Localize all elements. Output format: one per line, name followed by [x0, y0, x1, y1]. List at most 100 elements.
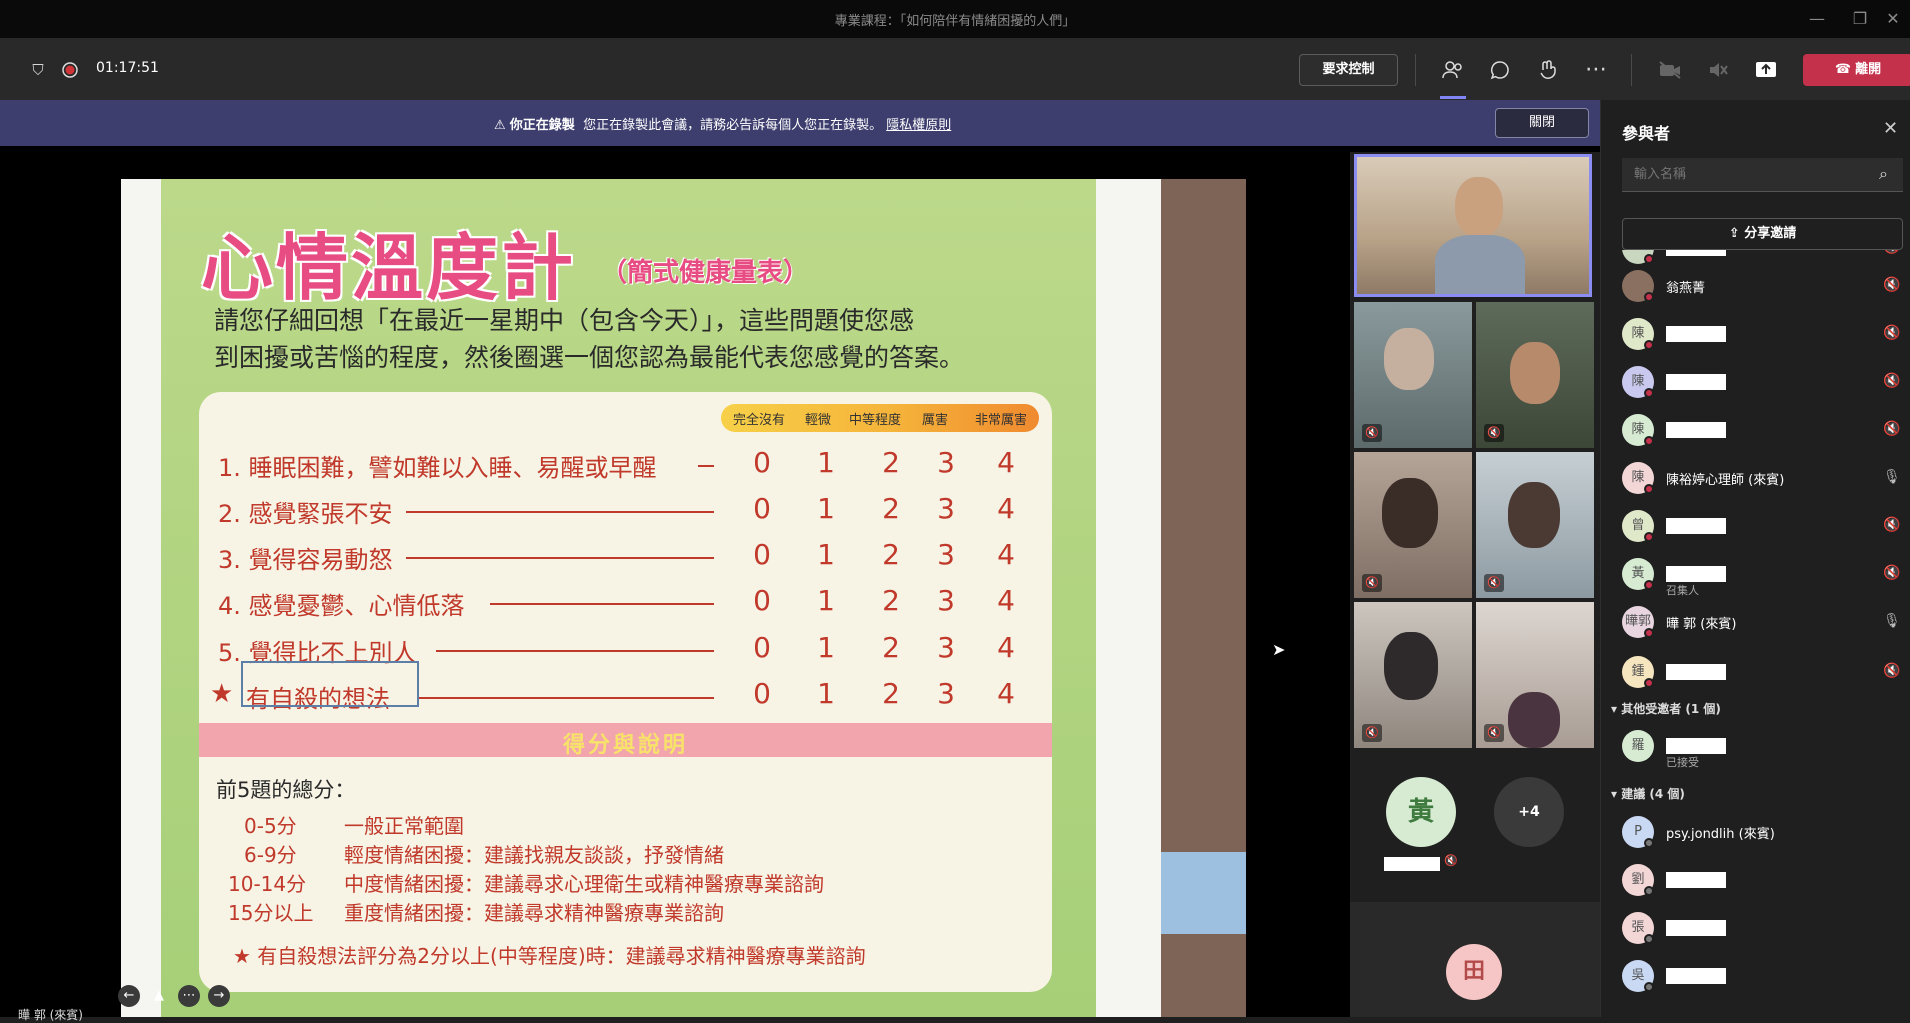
participants-title: 參與者	[1622, 124, 1671, 143]
recording-notice-bar: ⚠ 你正在錄製 您正在錄製此會議，請務必告訴每個人您正在錄製。 隱私權原則 關閉	[0, 100, 1600, 146]
score-option: 3	[937, 584, 955, 617]
more-participants-button[interactable]: +4	[1494, 777, 1564, 847]
video-tile[interactable]: 🔇	[1476, 602, 1594, 748]
participant-row[interactable]: 陳 🔇	[1601, 312, 1910, 356]
score-option: 1	[817, 677, 835, 710]
score-option: 4	[997, 677, 1015, 710]
participant-row[interactable]: 曄郭曄 郭 (來賓) 🎙	[1601, 600, 1910, 644]
presence-dot	[1644, 388, 1654, 398]
shield-icon[interactable]: ⛉	[22, 54, 54, 86]
highlight-box	[241, 661, 419, 707]
video-tile[interactable]: 🔇	[1354, 602, 1472, 748]
next-slide-icon[interactable]: →	[208, 985, 230, 1007]
question-4: 4. 感覺憂鬱、心情低落	[218, 592, 465, 620]
mic-muted-icon: 🔇	[1444, 854, 1458, 867]
dismiss-recording-notice-button[interactable]: 關閉	[1495, 108, 1589, 138]
participant-row[interactable]: 黃召集人 🔇	[1601, 552, 1910, 597]
mic-on-icon[interactable]: 🎙	[1883, 613, 1901, 629]
participant-row[interactable]: 鍾 🔇	[1601, 650, 1910, 694]
mic-muted-icon[interactable]: 🔇	[1883, 517, 1900, 533]
presence-dot	[1644, 886, 1654, 896]
participant-row[interactable]: 羅已接受	[1601, 724, 1910, 769]
star-icon: ★	[210, 679, 234, 709]
participants-panel: 參與者 ✕ ⌕ ⇪ 分享邀請 🔇翁燕菁🔇陳🔇陳🔇陳🔇陳陳裕婷心理師 (來賓)🎙曾…	[1600, 100, 1910, 1017]
participant-search-input[interactable]	[1622, 158, 1903, 192]
close-window-button[interactable]: ✕	[1873, 6, 1910, 32]
mic-off-icon[interactable]	[1702, 54, 1734, 86]
score-banner: 得分與說明	[199, 723, 1052, 758]
participant-row[interactable]: 陳 🔇	[1601, 360, 1910, 404]
question-leader-line	[406, 557, 714, 559]
suggested-participant-row[interactable]: 吳	[1601, 954, 1910, 998]
score-option: 3	[937, 538, 955, 571]
participant-face	[1508, 482, 1560, 548]
redacted-name	[1666, 738, 1726, 754]
participant-row[interactable]: 陳 🔇	[1601, 408, 1910, 452]
close-icon[interactable]: ✕	[1883, 118, 1898, 139]
score-option: 3	[937, 677, 955, 710]
mic-muted-icon: 🔇	[1484, 724, 1504, 742]
camera-off-icon[interactable]	[1654, 54, 1686, 86]
score-option: 1	[817, 446, 835, 479]
redacted-name	[1666, 518, 1726, 534]
participant-avatar: 羅	[1622, 730, 1654, 762]
video-tile[interactable]: 🔇	[1476, 302, 1594, 448]
share-content-icon[interactable]	[1750, 54, 1782, 86]
mic-muted-icon[interactable]: 🔇	[1883, 565, 1900, 581]
reactions-icon[interactable]	[1532, 54, 1564, 86]
section-label: 其他受邀者 (1 個)	[1621, 702, 1721, 716]
participant-row[interactable]: 陳陳裕婷心理師 (來賓) 🎙	[1601, 456, 1910, 500]
video-tile[interactable]: 🔇	[1354, 452, 1472, 598]
pointer-icon[interactable]: ▲	[148, 985, 170, 1007]
participant-name: 陳裕婷心理師 (來賓)	[1666, 473, 1785, 488]
chat-icon[interactable]	[1484, 54, 1516, 86]
participant-row[interactable]: 翁燕菁 🔇	[1601, 264, 1910, 308]
score-option: 1	[817, 584, 835, 617]
presence-dot	[1644, 436, 1654, 446]
slide-more-icon[interactable]: ⋯	[178, 985, 200, 1007]
intro-line: 請您仔細回想「在最近一星期中（包含今天）」，這些問題使您感	[214, 306, 915, 335]
score-option: 3	[937, 446, 955, 479]
mic-muted-icon[interactable]: 🔇	[1883, 250, 1900, 255]
mic-muted-icon[interactable]: 🔇	[1883, 373, 1900, 389]
video-tile[interactable]: 🔇	[1476, 452, 1594, 598]
participant-avatar[interactable]: 黃	[1386, 777, 1456, 847]
recording-notice: ⚠ 你正在錄製 您正在錄製此會議，請務必告訴每個人您正在錄製。 隱私權原則	[494, 114, 951, 133]
suggested-participant-row[interactable]: Ppsy.jondlih (來賓)	[1601, 810, 1910, 854]
score-option: 0	[753, 538, 771, 571]
redacted-name	[1384, 857, 1440, 871]
presence-dot	[1644, 340, 1654, 350]
previous-slide-icon[interactable]: ←	[118, 985, 140, 1007]
score-option: 4	[997, 584, 1015, 617]
score-option: 4	[997, 538, 1015, 571]
video-tile-active-speaker[interactable]	[1354, 154, 1592, 297]
meeting-timer: 01:17:51	[96, 60, 159, 76]
score-option: 1	[817, 538, 835, 571]
mic-muted-icon[interactable]: 🔇	[1883, 325, 1900, 341]
section-other-invitees[interactable]: ▾ 其他受邀者 (1 個)	[1611, 700, 1721, 717]
share-invite-button[interactable]: ⇪ 分享邀請	[1622, 218, 1903, 250]
redacted-name	[1666, 374, 1726, 390]
mic-muted-icon[interactable]: 🔇	[1883, 421, 1900, 437]
leave-button[interactable]: ☎ 離開	[1803, 54, 1910, 86]
video-tile[interactable]: 🔇	[1354, 302, 1472, 448]
participants-icon[interactable]	[1437, 54, 1469, 86]
mic-muted-icon[interactable]: 🔇	[1883, 663, 1900, 679]
score-option: 4	[997, 631, 1015, 664]
request-control-button[interactable]: 要求控制	[1299, 54, 1398, 86]
search-icon[interactable]: ⌕	[1879, 164, 1888, 184]
section-suggestions[interactable]: ▾ 建議 (4 個)	[1611, 785, 1685, 802]
range-label: 10-14分	[228, 872, 307, 896]
self-avatar[interactable]: 田	[1446, 944, 1502, 1000]
suggested-participant-row[interactable]: 張	[1601, 906, 1910, 950]
minimize-button[interactable]: —	[1797, 6, 1837, 32]
suggested-participant-row[interactable]: 劉	[1601, 858, 1910, 902]
participant-name: psy.jondlih (來賓)	[1666, 827, 1775, 842]
presence-dot	[1644, 484, 1654, 494]
mic-muted-icon[interactable]: 🔇	[1883, 277, 1900, 293]
mic-on-icon[interactable]: 🎙	[1883, 469, 1901, 485]
participant-row[interactable]: 曾 🔇	[1601, 504, 1910, 548]
scale-label: 完全沒有	[733, 413, 786, 428]
more-options-icon[interactable]: ⋯	[1580, 54, 1612, 86]
privacy-link[interactable]: 隱私權原則	[886, 118, 951, 133]
